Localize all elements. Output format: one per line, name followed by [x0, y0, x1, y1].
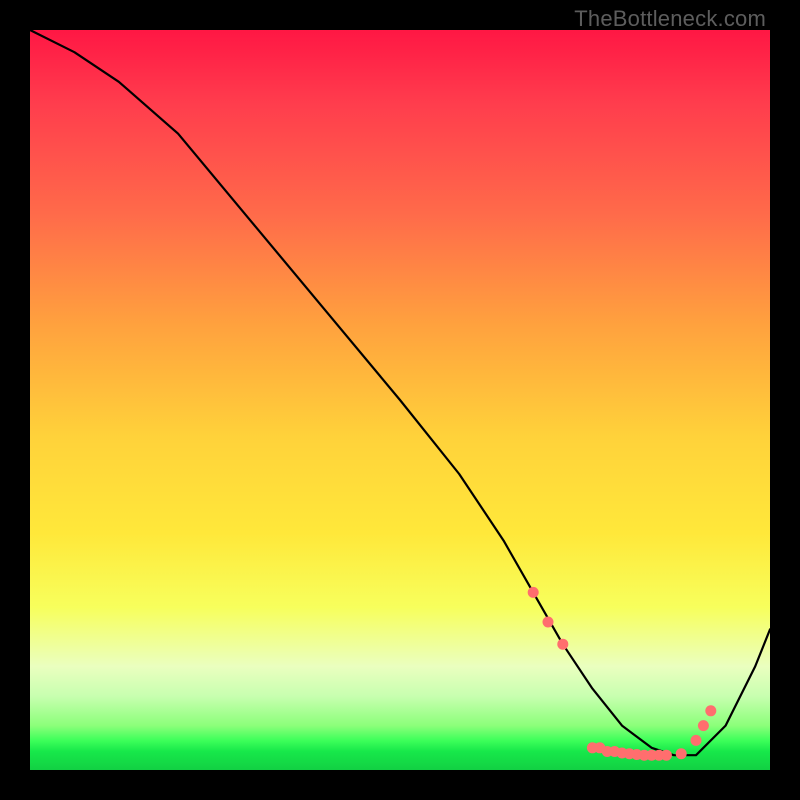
trough-marker — [594, 742, 605, 753]
trough-marker — [587, 742, 598, 753]
trough-marker — [631, 749, 642, 760]
trough-marker — [698, 720, 709, 731]
trough-marker — [528, 587, 539, 598]
bottleneck-curve — [30, 30, 770, 755]
trough-marker — [705, 705, 716, 716]
trough-marker — [624, 748, 635, 759]
trough-marker — [676, 748, 687, 759]
chart-frame: TheBottleneck.com — [0, 0, 800, 800]
trough-marker — [617, 748, 628, 759]
trough-marker — [639, 750, 650, 761]
curve-layer — [30, 30, 770, 770]
trough-marker — [654, 750, 665, 761]
trough-marker — [661, 750, 672, 761]
trough-marker — [557, 639, 568, 650]
trough-marker — [646, 750, 657, 761]
trough-markers — [528, 587, 717, 761]
plot-area — [30, 30, 770, 770]
trough-marker — [609, 746, 620, 757]
watermark-text: TheBottleneck.com — [574, 6, 766, 32]
trough-marker — [602, 746, 613, 757]
trough-marker — [543, 617, 554, 628]
trough-marker — [691, 735, 702, 746]
